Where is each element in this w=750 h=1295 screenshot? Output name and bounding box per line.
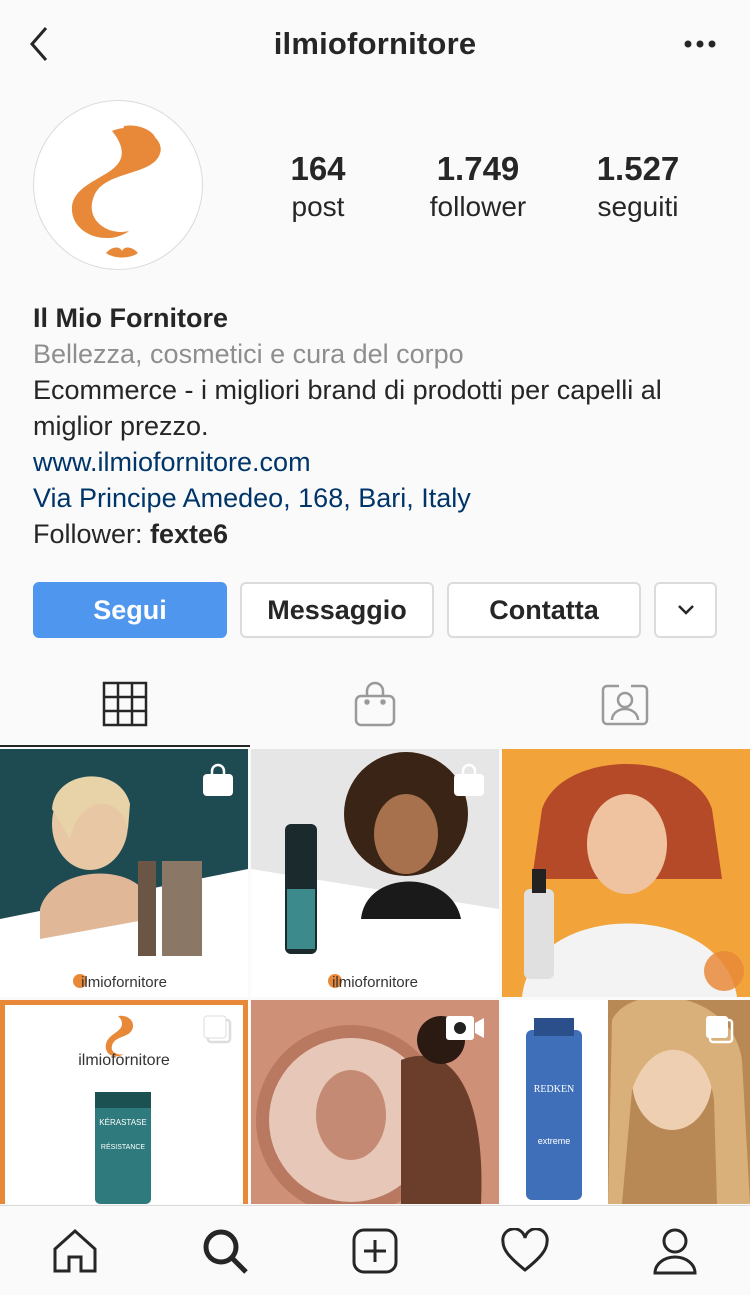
shopping-bag-icon [454,763,484,796]
profile-description: Ecommerce - i migliori brand di prodotti… [33,375,662,441]
brand-logo-icon [71,125,161,258]
post-thumbnail[interactable]: REDKEN extreme [502,1000,750,1204]
carousel-icon [203,1015,232,1044]
post-watermark: ilmiofornitore [251,974,499,991]
product-line-label: extreme [537,1136,571,1146]
contact-button[interactable]: Contatta [447,582,641,638]
followers-count: 1.749 [436,150,520,187]
product-line-label: RÉSISTANCE [100,1144,146,1151]
shopping-badge [202,763,234,802]
posts-count: 164 [290,150,346,187]
carousel-icon [706,1016,734,1044]
watermark-text: ilmiofornitore [332,974,418,991]
profile-tabs [0,660,750,748]
shopping-bag-icon [203,763,233,796]
profile-address-link[interactable]: Via Principe Amedeo, 168, Bari, Italy [33,480,733,516]
active-tab-indicator [0,745,250,747]
product-brand-label: KÉRASTASE [99,1118,147,1127]
following-count: 1.527 [596,150,680,187]
profile-icon [653,1228,697,1275]
nav-home[interactable] [50,1226,100,1276]
followed-by-user[interactable]: fexte6 [150,519,228,549]
nav-new-post[interactable] [350,1226,400,1276]
profile-category: Bellezza, cosmetici e cura del corpo [33,339,464,369]
profile-username-title: ilmiofornitore [273,26,477,61]
profile-website-link[interactable]: www.ilmiofornitore.com [33,444,733,480]
follow-button[interactable]: Segui [33,582,227,638]
following-label: seguiti [597,191,679,222]
followed-by-prefix: Follower: [33,519,151,549]
posts-grid: ilmiofornitore ilmiofornitore ilmioforni… [0,749,750,1204]
more-dots-icon [684,40,716,48]
grid-icon [102,681,148,727]
followers-label: follower [429,191,527,222]
carousel-badge [202,1014,234,1051]
shopping-bag-icon [354,681,396,727]
carousel-badge [704,1014,736,1051]
followed-by: Follower: fexte6 [33,516,733,552]
bottom-navigation [0,1205,750,1295]
profile-avatar[interactable] [33,100,203,270]
stat-followers[interactable]: 1.749 follower [408,150,548,226]
post-thumbnail[interactable]: ilmiofornitore [0,749,248,997]
post-thumbnail[interactable]: ilmiofornitore KÉRASTASE RÉSISTANCE [0,1000,248,1204]
tab-grid[interactable] [0,660,250,748]
profile-display-name: Il Mio Fornitore [33,303,228,333]
stat-posts[interactable]: 164 post [248,150,388,226]
nav-activity[interactable] [500,1226,550,1276]
search-icon [203,1229,248,1274]
post-thumbnail[interactable] [251,1000,499,1204]
watermark-text: ilmiofornitore [81,974,167,991]
video-camera-icon [446,1016,484,1040]
profile-bio: Il Mio Fornitore Bellezza, cosmetici e c… [33,300,733,552]
suggested-accounts-button[interactable] [654,582,717,638]
top-bar: ilmiofornitore [0,0,750,90]
video-badge [445,1014,485,1047]
tab-shop[interactable] [250,660,500,748]
nav-search[interactable] [200,1226,250,1276]
tagged-person-icon [601,684,649,726]
shopping-badge [453,763,485,802]
message-button[interactable]: Messaggio [240,582,434,638]
post-thumbnail[interactable] [502,749,750,997]
post-thumbnail[interactable]: ilmiofornitore [251,749,499,997]
more-options-button[interactable] [682,34,722,54]
post-brand-text: ilmiofornitore [78,1052,170,1069]
stat-following[interactable]: 1.527 seguiti [568,150,708,226]
chevron-down-icon [677,605,694,615]
posts-label: post [291,191,345,222]
activity-heart-icon [501,1228,549,1272]
post-image [502,749,750,997]
product-brand-label: REDKEN [533,1084,575,1095]
post-watermark: ilmiofornitore [0,974,248,991]
tab-tagged[interactable] [500,660,750,748]
home-icon [53,1228,97,1273]
new-post-icon [352,1228,398,1274]
nav-profile[interactable] [650,1226,700,1276]
